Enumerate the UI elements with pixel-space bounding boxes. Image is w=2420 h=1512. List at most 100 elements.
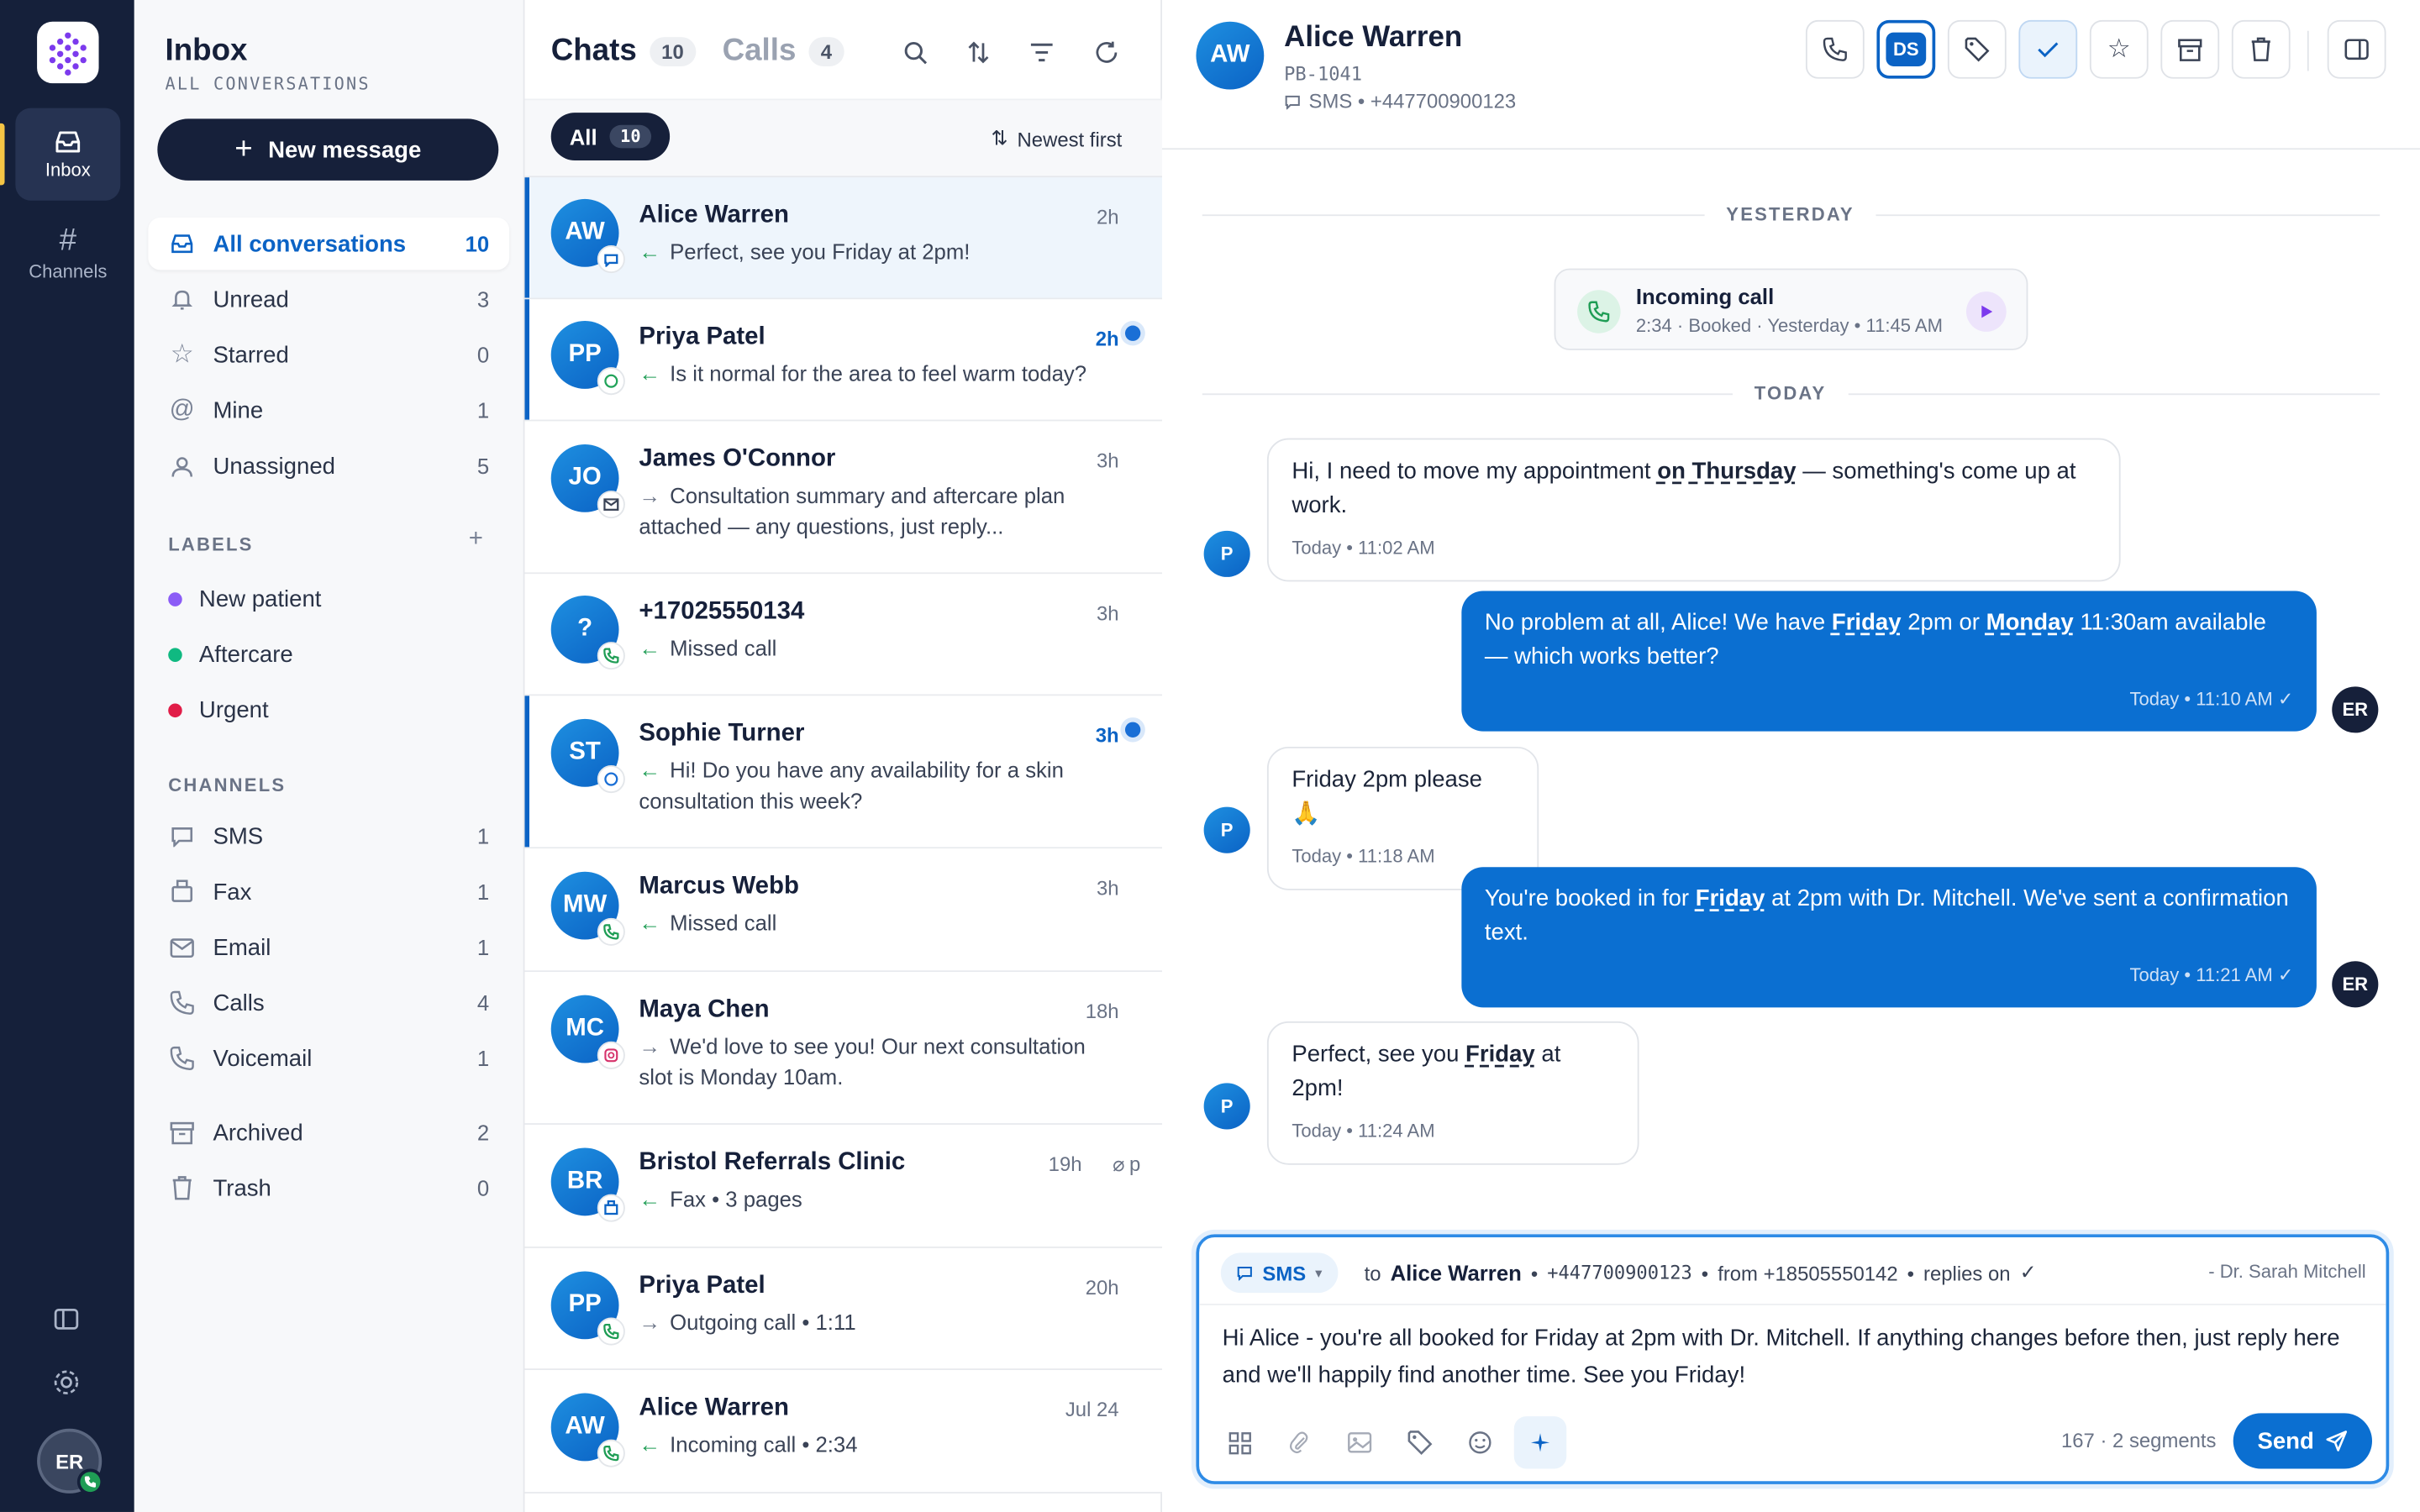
conversation-row[interactable]: BR Bristol Referrals Clinic 19h ⌀ p ← Fax… — [524, 1124, 1163, 1248]
sidebar-label-urgent[interactable]: Urgent — [148, 684, 509, 736]
sort-dropdown[interactable]: ⇅ Newest first — [992, 127, 1123, 151]
date-highlight[interactable]: Friday — [1465, 1042, 1535, 1068]
sidebar-item-label: Calls — [213, 990, 265, 1016]
conversation-row[interactable]: MC Maya Chen 18h → We'd love to see you! … — [524, 972, 1163, 1125]
assignee-button[interactable]: DS — [1876, 19, 1936, 79]
conversation-row[interactable]: PP Priya Patel 2h ← Is it normal for the … — [524, 299, 1163, 422]
image-icon[interactable] — [1343, 1425, 1376, 1459]
user-initials: ER — [55, 1449, 84, 1473]
staff-avatar: ER — [2332, 686, 2379, 733]
message-text-part: You're booked in for — [1484, 885, 1696, 912]
send-label: Send — [2257, 1427, 2314, 1455]
conversation-row[interactable]: PP Priya Patel 20h → Outgoing call • 1:11 — [524, 1247, 1163, 1370]
delete-button[interactable] — [2231, 19, 2291, 79]
search-icon[interactable] — [898, 35, 932, 69]
sort-icon[interactable] — [961, 35, 995, 69]
call-event-card[interactable]: Incoming call 2:34 · Booked · Yesterday … — [1554, 268, 2028, 350]
conversation-row[interactable]: ? +17025550134 3h ← Missed call — [524, 574, 1163, 696]
message-input[interactable]: Hi Alice - you're all booked for Friday … — [1223, 1320, 2372, 1394]
composer-header: SMS ▾ to Alice Warren • +447700900123 • … — [1199, 1237, 2386, 1305]
rail-channels[interactable]: # Channels — [15, 207, 120, 299]
sidebar-item-mine[interactable]: @ Mine 1 — [148, 384, 509, 436]
sidebar-item-trash[interactable]: Trash 0 — [148, 1162, 509, 1214]
sidebar-channel-email[interactable]: Email 1 — [148, 921, 509, 974]
avatar-initials: PP — [568, 340, 602, 368]
sidebar-channel-fax[interactable]: Fax 1 — [148, 865, 509, 917]
avatar-initials: JO — [568, 464, 602, 491]
conversation-row[interactable]: AW Alice Warren Jul 24 ← Incoming call • … — [524, 1369, 1163, 1494]
sender-number[interactable]: from +18505550142 — [1718, 1262, 1897, 1285]
inbound-arrow-icon: ← — [639, 635, 661, 661]
play-button[interactable] — [1965, 291, 2007, 332]
sidebar-channel-voicemail[interactable]: Voicemail 1 — [148, 1032, 509, 1084]
rail-inbox[interactable]: Inbox — [0, 108, 121, 201]
star-button[interactable]: ☆ — [2089, 19, 2149, 79]
plus-icon: + — [234, 132, 253, 166]
details-panel-button[interactable] — [2327, 19, 2386, 79]
filter-icon[interactable] — [1025, 35, 1059, 69]
sidebar-item-unassigned[interactable]: Unassigned 5 — [148, 439, 509, 491]
new-message-button[interactable]: + New message — [157, 118, 499, 181]
star-icon: ☆ — [170, 339, 194, 369]
inbound-arrow-icon: ← — [639, 360, 661, 386]
paperclip-icon[interactable] — [1282, 1425, 1316, 1459]
sidebar-channel-sms[interactable]: SMS 1 — [148, 810, 509, 862]
avatar-initials: AW — [565, 218, 605, 246]
send-button[interactable]: Send — [2233, 1413, 2373, 1469]
add-label-icon[interactable]: + — [469, 526, 483, 554]
unread-dot — [1124, 325, 1141, 341]
resolve-button[interactable] — [2018, 19, 2078, 79]
archive-button[interactable] — [2160, 19, 2220, 79]
sidebar-label-new-patient[interactable]: New patient — [148, 572, 509, 624]
replies-toggle[interactable]: replies on — [1923, 1262, 2011, 1285]
label-dot — [168, 702, 182, 717]
sidebar-channel-calls[interactable]: Calls 4 — [148, 977, 509, 1029]
delivered-check-icon: ✓ — [2277, 963, 2294, 986]
channels-heading: CHANNELS — [168, 774, 287, 796]
date-highlight[interactable]: Friday — [1696, 885, 1765, 911]
conversation-row[interactable]: MW Marcus Webb 3h ← Missed call — [524, 848, 1163, 973]
label-button[interactable] — [1947, 19, 2007, 79]
phone-call-icon — [168, 989, 196, 1016]
avatar-initials: ER — [2342, 973, 2369, 995]
tab-chats[interactable]: Chats 10 — [551, 34, 697, 69]
sidebar-item-archived[interactable]: Archived 2 — [148, 1106, 509, 1158]
sidebar-item-label: Aftercare — [198, 641, 293, 668]
conversation-row[interactable]: ST Sophie Turner 3h ← Hi! Do you have any… — [524, 696, 1163, 849]
conversation-row[interactable]: AW Alice Warren 2h ← Perfect, see you Fri… — [524, 177, 1163, 300]
tag-icon[interactable] — [1403, 1425, 1437, 1459]
user-avatar[interactable]: ER — [37, 1428, 104, 1495]
date-highlight[interactable]: on Thursday — [1657, 458, 1796, 484]
call-button[interactable] — [1805, 19, 1865, 79]
sidebar-item-unread[interactable]: Unread 3 — [148, 273, 509, 325]
gear-icon[interactable] — [46, 1362, 87, 1403]
label-dot — [168, 647, 182, 662]
sidebar-item-all-conversations[interactable]: All conversations 10 — [148, 217, 510, 270]
unread-dot — [1124, 722, 1141, 738]
filter-all-pill[interactable]: All 10 — [550, 113, 671, 161]
avatar-initials: MW — [562, 891, 608, 918]
tab-calls[interactable]: Calls 4 — [723, 34, 844, 69]
signature-label[interactable]: - Dr. Sarah Mitchell — [2208, 1261, 2365, 1283]
refresh-icon[interactable] — [1090, 35, 1123, 69]
emoji-icon[interactable] — [1463, 1425, 1497, 1459]
sidebar-item-starred[interactable]: ☆ Starred 0 — [148, 328, 509, 381]
conversation-row[interactable]: JO James O'Connor 3h → Consultation summa… — [524, 421, 1163, 575]
channel-selector[interactable]: SMS ▾ — [1220, 1252, 1338, 1294]
ai-sparkle-icon[interactable] — [1513, 1416, 1567, 1469]
sidebar-item-label: Unread — [213, 286, 289, 312]
character-counter: 167 · 2 segments — [2060, 1428, 2217, 1452]
phone-channel-icon — [597, 1439, 625, 1467]
avatar-initials: AW — [1210, 41, 1250, 68]
panel-toggle-icon[interactable] — [46, 1299, 87, 1340]
sidebar-label-aftercare[interactable]: Aftercare — [148, 628, 509, 680]
sidebar-title: Inbox — [165, 34, 248, 68]
templates-icon[interactable] — [1223, 1425, 1256, 1459]
date-highlight[interactable]: Monday — [1986, 609, 2074, 635]
message-text-part: Perfect, see you — [1292, 1041, 1466, 1068]
app-logo[interactable] — [37, 21, 99, 84]
contact-name: Maya Chen — [639, 996, 770, 1023]
date-highlight[interactable]: Friday — [1832, 609, 1902, 635]
rail-channels-label: Channels — [29, 260, 108, 282]
sidebar-item-label: Urgent — [198, 696, 269, 723]
